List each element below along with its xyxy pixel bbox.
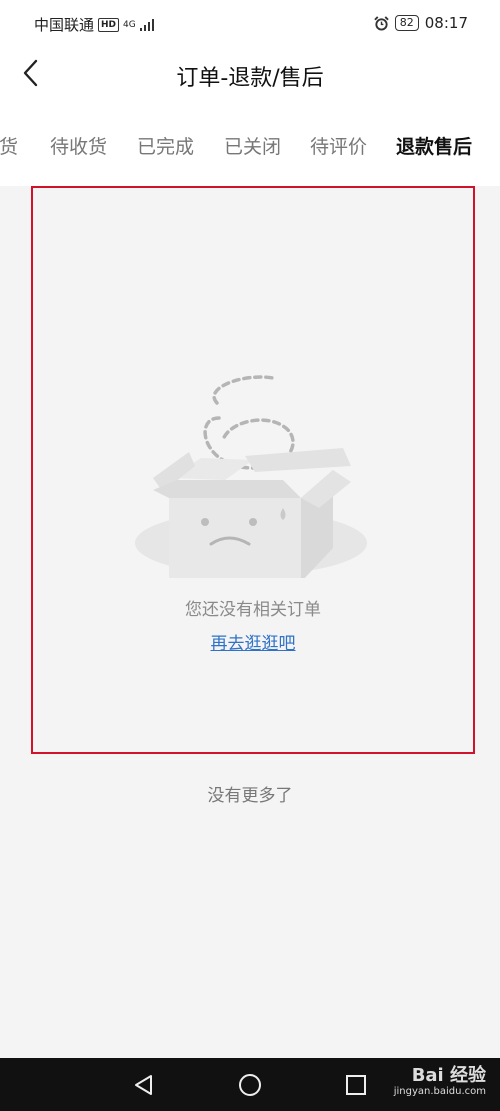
tab-label: 已完成: [137, 136, 195, 158]
tab-label: 已关闭: [224, 136, 282, 158]
tab-pending-shipment[interactable]: 发货: [0, 132, 18, 159]
status-bar: 中国联通 HD 4G 82 08:17: [0, 0, 500, 48]
network-type: 4G: [123, 19, 136, 30]
tab-label: 待评价: [310, 136, 368, 158]
carrier-label: 中国联通: [34, 16, 95, 34]
empty-box-icon: [135, 375, 367, 578]
circle-home-icon: [239, 1074, 261, 1096]
tab-completed[interactable]: 已完成: [137, 132, 194, 159]
tab-pending-receipt[interactable]: 待收货: [50, 132, 107, 159]
page-title: 订单-退款/售后: [176, 66, 324, 91]
tab-closed[interactable]: 已关闭: [224, 132, 281, 159]
nav-bar: 订单-退款/售后: [0, 48, 500, 102]
system-nav-bar: Bai 经验 jingyan.baidu.com: [0, 1058, 500, 1111]
signal-icon: [139, 18, 154, 31]
nav-home-button[interactable]: [237, 1072, 263, 1098]
watermark-logo: Bai 经验: [411, 1065, 486, 1086]
hd-badge: HD: [98, 17, 120, 32]
tab-label: 待收货: [50, 136, 108, 158]
empty-state-message: 您还没有相关订单: [185, 600, 321, 620]
tab-label: 退款售后: [396, 136, 473, 158]
order-status-tabs: 发货 待收货 已完成 已关闭 待评价 退款售后: [0, 102, 500, 186]
nav-recents-button[interactable]: [343, 1072, 369, 1098]
tab-pending-review[interactable]: 待评价: [310, 132, 367, 159]
no-more-text: 没有更多了: [207, 786, 293, 806]
tab-label: 发货: [0, 136, 19, 158]
clock: 08:17: [424, 14, 468, 32]
nav-back-button[interactable]: [131, 1072, 157, 1098]
go-shopping-link[interactable]: 再去逛逛吧: [33, 629, 473, 654]
baidu-jingyan-watermark: Bai 经验 jingyan.baidu.com: [394, 1066, 486, 1098]
empty-state-panel: 您还没有相关订单 再去逛逛吧: [31, 186, 475, 754]
battery-indicator: 82: [394, 15, 419, 31]
alarm-icon: [374, 15, 389, 31]
square-recents-icon: [346, 1075, 366, 1095]
watermark-url: jingyan.baidu.com: [393, 1086, 486, 1097]
triangle-back-icon: [135, 1075, 152, 1095]
tab-refund-aftersale[interactable]: 退款售后: [396, 132, 472, 159]
